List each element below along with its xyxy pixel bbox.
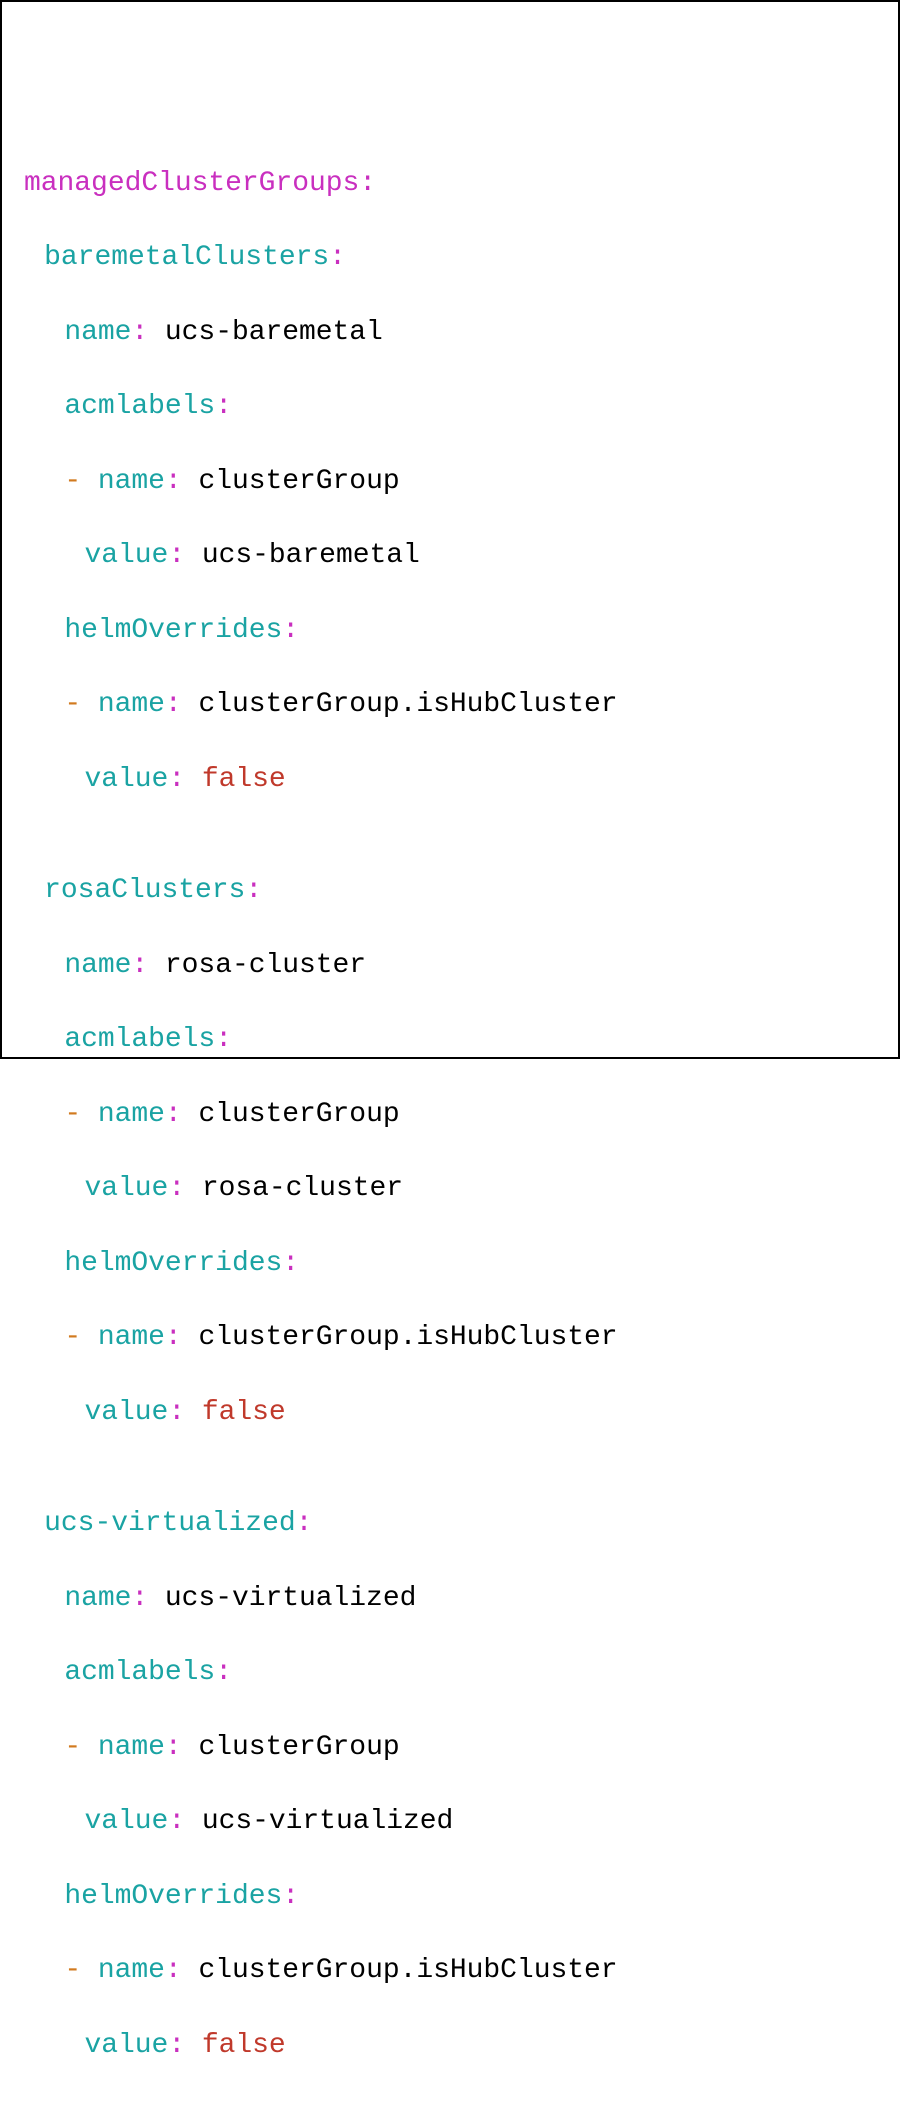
colon: :	[215, 1024, 232, 1055]
yaml-dash: -	[64, 689, 81, 720]
yaml-code-block: managedClusterGroups: baremetalClusters:…	[24, 165, 876, 2101]
yaml-key-group: baremetalClusters	[44, 242, 329, 273]
yaml-dash: -	[64, 1732, 81, 1763]
colon: :	[359, 168, 376, 199]
yaml-value: ucs-baremetal	[165, 317, 383, 348]
colon: :	[168, 1397, 185, 1428]
yaml-value: ucs-virtualized	[165, 1583, 416, 1614]
colon: :	[215, 1657, 232, 1688]
yaml-value: clusterGroup	[198, 466, 399, 497]
colon: :	[131, 1583, 148, 1614]
colon: :	[131, 317, 148, 348]
yaml-key: value	[84, 2030, 168, 2061]
colon: :	[282, 1881, 299, 1912]
colon: :	[168, 764, 185, 795]
yaml-key: name	[98, 1322, 165, 1353]
colon: :	[282, 1248, 299, 1279]
colon: :	[131, 950, 148, 981]
yaml-key: helmOverrides	[64, 1248, 282, 1279]
yaml-value: clusterGroup	[198, 1099, 399, 1130]
colon: :	[329, 242, 346, 273]
colon: :	[168, 1806, 185, 1837]
yaml-key: name	[98, 1955, 165, 1986]
yaml-key: name	[98, 466, 165, 497]
yaml-key: name	[98, 689, 165, 720]
yaml-key-group: ucs-virtualized	[44, 1508, 295, 1539]
yaml-value-bool: false	[202, 764, 286, 795]
yaml-value: clusterGroup	[198, 1732, 399, 1763]
colon: :	[165, 1955, 182, 1986]
yaml-value: clusterGroup.isHubCluster	[198, 689, 617, 720]
yaml-key: acmlabels	[64, 1024, 215, 1055]
colon: :	[165, 1322, 182, 1353]
yaml-dash: -	[64, 1099, 81, 1130]
yaml-key: value	[84, 1173, 168, 1204]
yaml-dash: -	[64, 466, 81, 497]
yaml-key: name	[98, 1099, 165, 1130]
yaml-dash: -	[64, 1322, 81, 1353]
colon: :	[165, 1732, 182, 1763]
colon: :	[168, 2030, 185, 2061]
yaml-key: value	[84, 540, 168, 571]
yaml-value: ucs-baremetal	[202, 540, 420, 571]
yaml-key: value	[84, 1397, 168, 1428]
colon: :	[165, 1099, 182, 1130]
yaml-key: name	[98, 1732, 165, 1763]
yaml-value: rosa-cluster	[202, 1173, 403, 1204]
yaml-key: value	[84, 1806, 168, 1837]
yaml-value: clusterGroup.isHubCluster	[198, 1322, 617, 1353]
yaml-key: acmlabels	[64, 391, 215, 422]
colon: :	[296, 1508, 313, 1539]
colon: :	[165, 689, 182, 720]
yaml-value: clusterGroup.isHubCluster	[198, 1955, 617, 1986]
yaml-value: ucs-virtualized	[202, 1806, 453, 1837]
yaml-key: helmOverrides	[64, 615, 282, 646]
colon: :	[168, 1173, 185, 1204]
yaml-value-bool: false	[202, 1397, 286, 1428]
yaml-key: name	[64, 1583, 131, 1614]
yaml-value-bool: false	[202, 2030, 286, 2061]
yaml-key: name	[64, 317, 131, 348]
colon: :	[282, 615, 299, 646]
colon: :	[245, 875, 262, 906]
yaml-key-group: rosaClusters	[44, 875, 245, 906]
yaml-key-root: managedClusterGroups	[24, 168, 359, 199]
yaml-key: value	[84, 764, 168, 795]
yaml-key: name	[64, 950, 131, 981]
yaml-key: helmOverrides	[64, 1881, 282, 1912]
yaml-key: acmlabels	[64, 1657, 215, 1688]
colon: :	[215, 391, 232, 422]
yaml-value: rosa-cluster	[165, 950, 366, 981]
colon: :	[168, 540, 185, 571]
colon: :	[165, 466, 182, 497]
yaml-dash: -	[64, 1955, 81, 1986]
